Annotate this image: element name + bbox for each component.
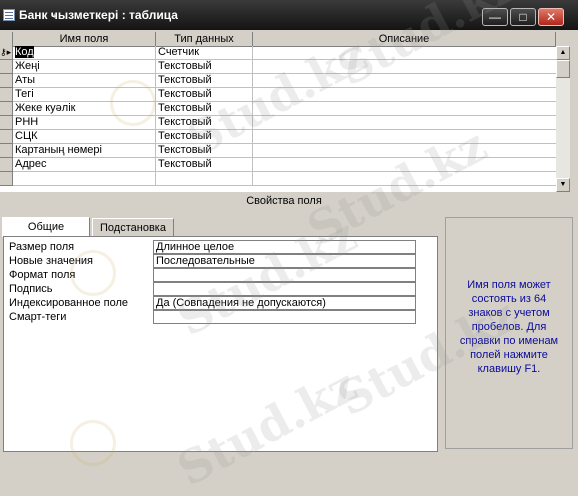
data-type-cell[interactable]: Текстовый: [156, 144, 253, 158]
table-design-grid: Имя поля Тип данных Описание ⚷▸ Код Счет…: [0, 32, 568, 192]
header-description[interactable]: Описание: [253, 32, 556, 46]
grid-vertical-scrollbar[interactable]: ▲ ▼: [556, 46, 570, 192]
field-name-cell[interactable]: Аты: [13, 74, 156, 88]
field-name-cell[interactable]: [13, 172, 156, 186]
maximize-button[interactable]: □: [510, 8, 536, 26]
row-selector[interactable]: [0, 130, 13, 144]
scroll-down-arrow-icon[interactable]: ▼: [556, 178, 570, 192]
description-cell[interactable]: [253, 88, 568, 102]
caption-value[interactable]: [153, 282, 416, 296]
row-selector[interactable]: [0, 144, 13, 158]
header-data-type[interactable]: Тип данных: [156, 32, 253, 46]
field-name-cell[interactable]: РНН: [13, 116, 156, 130]
field-name-cell[interactable]: Жеке куәлік: [13, 102, 156, 116]
row-selector[interactable]: [0, 88, 13, 102]
table-row[interactable]: Аты Текстовый: [0, 74, 568, 88]
grid-header: Имя поля Тип данных Описание: [0, 32, 568, 47]
tab-lookup[interactable]: Подстановка: [92, 218, 174, 237]
table-row[interactable]: Адрес Текстовый: [0, 158, 568, 172]
field-name-cell[interactable]: Картаның нөмері: [13, 144, 156, 158]
field-name-cell[interactable]: СЦК: [13, 130, 156, 144]
field-name-cell[interactable]: Код: [13, 46, 156, 60]
data-type-cell[interactable]: Текстовый: [156, 60, 253, 74]
table-row[interactable]: СЦК Текстовый: [0, 130, 568, 144]
table-row[interactable]: Жеңі Текстовый: [0, 60, 568, 74]
data-type-cell[interactable]: Счетчик: [156, 46, 253, 60]
table-row[interactable]: Картаның нөмері Текстовый: [0, 144, 568, 158]
general-properties-panel: Размер поля Длинное целое Новые значения…: [3, 236, 438, 452]
row-selector[interactable]: [0, 74, 13, 88]
tab-general[interactable]: Общие: [2, 217, 90, 237]
field-size-value[interactable]: Длинное целое: [153, 240, 416, 254]
help-panel: Имя поля может состоять из 64 знаков с у…: [445, 217, 573, 449]
table-row[interactable]: ⚷▸ Код Счетчик: [0, 46, 568, 60]
data-type-cell[interactable]: Текстовый: [156, 158, 253, 172]
minimize-button[interactable]: —: [482, 8, 508, 26]
row-selector[interactable]: [0, 60, 13, 74]
table-row[interactable]: Жеке куәлік Текстовый: [0, 102, 568, 116]
description-cell[interactable]: [253, 172, 568, 186]
property-label: Подпись: [9, 283, 53, 295]
row-selector[interactable]: [0, 116, 13, 130]
description-cell[interactable]: [253, 130, 568, 144]
format-value[interactable]: [153, 268, 416, 282]
property-label: Формат поля: [9, 269, 76, 281]
description-cell[interactable]: [253, 102, 568, 116]
table-row-empty[interactable]: [0, 172, 568, 186]
row-selector[interactable]: [0, 158, 13, 172]
primary-key-icon[interactable]: ⚷▸: [0, 46, 13, 60]
row-selector[interactable]: [0, 172, 13, 186]
header-field-name[interactable]: Имя поля: [13, 32, 156, 46]
data-type-cell[interactable]: Текстовый: [156, 116, 253, 130]
new-values-value[interactable]: Последовательные: [153, 254, 416, 268]
scrollbar-thumb[interactable]: [556, 60, 570, 78]
header-selector-corner[interactable]: [0, 32, 13, 46]
data-type-cell[interactable]: Текстовый: [156, 102, 253, 116]
scroll-up-arrow-icon[interactable]: ▲: [556, 46, 570, 60]
description-cell[interactable]: [253, 116, 568, 130]
description-cell[interactable]: [253, 46, 568, 60]
data-type-cell[interactable]: Текстовый: [156, 88, 253, 102]
table-icon: [3, 9, 15, 21]
table-row[interactable]: РНН Текстовый: [0, 116, 568, 130]
property-label: Индексированное поле: [9, 297, 128, 309]
property-label: Размер поля: [9, 241, 75, 253]
field-name-cell[interactable]: Тегі: [13, 88, 156, 102]
window-title: Банк ҹызметкері : таблица: [19, 8, 178, 22]
smart-tags-value[interactable]: [153, 310, 416, 324]
window-title-bar[interactable]: Банк ҹызметкері : таблица — □ ✕: [0, 0, 578, 30]
description-cell[interactable]: [253, 60, 568, 74]
property-label: Смарт-теги: [9, 311, 67, 323]
row-selector[interactable]: [0, 102, 13, 116]
table-row[interactable]: Тегі Текстовый: [0, 88, 568, 102]
field-name-cell[interactable]: Жеңі: [13, 60, 156, 74]
description-cell[interactable]: [253, 144, 568, 158]
field-name-cell[interactable]: Адрес: [13, 158, 156, 172]
indexed-value[interactable]: Да (Совпадения не допускаются): [153, 296, 416, 310]
data-type-cell[interactable]: Текстовый: [156, 130, 253, 144]
data-type-cell[interactable]: Текстовый: [156, 74, 253, 88]
description-cell[interactable]: [253, 74, 568, 88]
property-label: Новые значения: [9, 255, 94, 267]
description-cell[interactable]: [253, 158, 568, 172]
close-button[interactable]: ✕: [538, 8, 564, 26]
data-type-cell[interactable]: [156, 172, 253, 186]
field-properties-label: Свойства поля: [246, 195, 322, 207]
